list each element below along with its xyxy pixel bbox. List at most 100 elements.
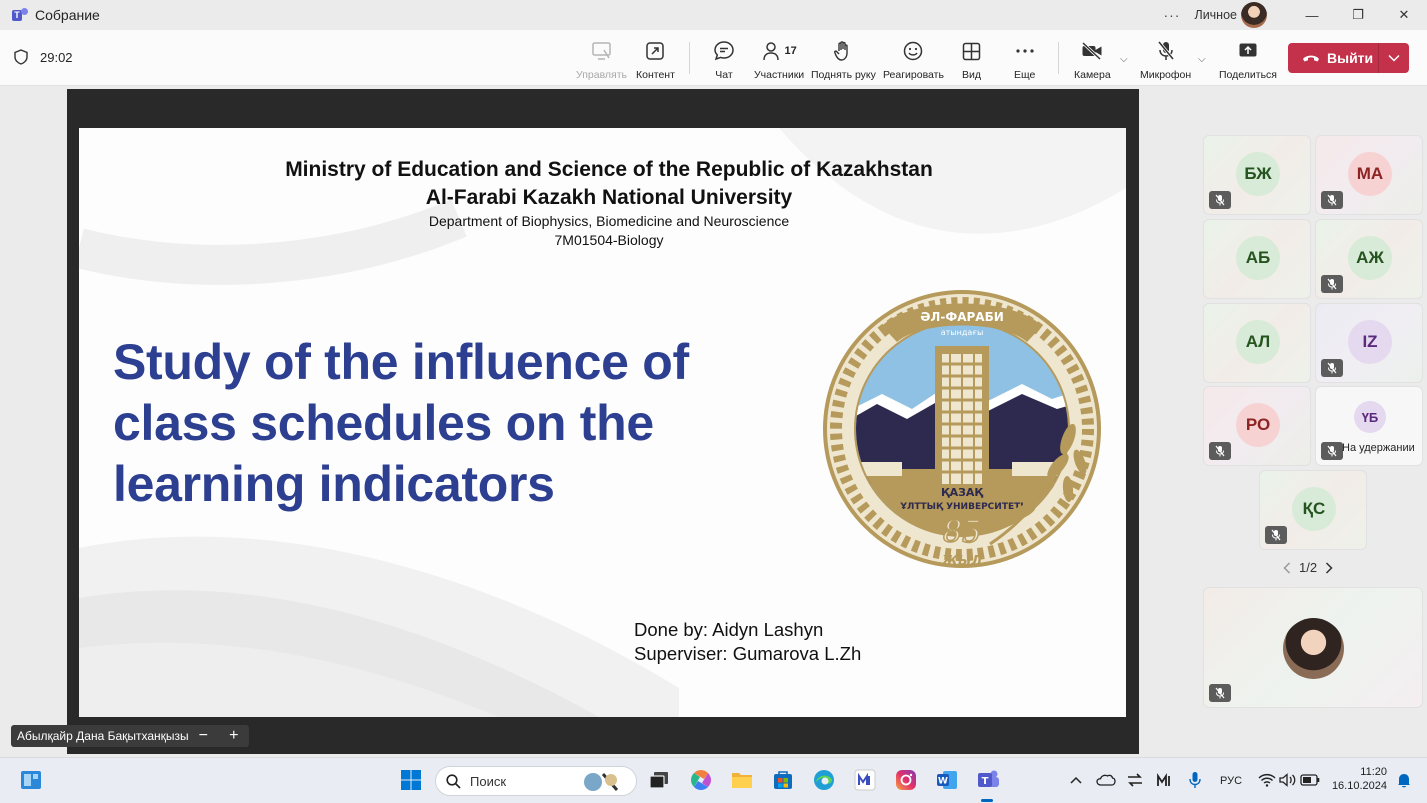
self-video-tile[interactable] [1203, 587, 1423, 708]
title-bar: T Собрание ··· Личное — ❐ ✕ [0, 0, 1427, 30]
language-indicator[interactable]: РУС [1220, 775, 1242, 787]
slide-university: Al-Farabi Kazakh National University [425, 186, 793, 209]
edge-browser-icon[interactable] [812, 768, 836, 792]
pager-text: 1/2 [1299, 560, 1318, 575]
more-icon [1016, 49, 1034, 53]
onedrive-icon[interactable] [1094, 768, 1118, 792]
volume-icon[interactable] [1276, 768, 1300, 792]
more-options-icon[interactable]: ··· [1163, 7, 1180, 23]
participants-button[interactable]: 17 Участники [754, 40, 804, 81]
mic-muted-icon [1321, 275, 1343, 293]
participant-avatar: МА [1348, 152, 1392, 196]
participant-avatar: IZ [1348, 320, 1392, 364]
leave-options-chevron-icon[interactable] [1379, 54, 1409, 62]
mic-options-chevron-icon[interactable]: ⌵ [1198, 54, 1206, 65]
app-icon[interactable] [853, 768, 877, 792]
slide-title: Study of the influence of class schedule… [113, 332, 753, 515]
window-title: Собрание [35, 7, 100, 23]
camera-off-icon [1082, 42, 1102, 60]
chevron-left-icon[interactable] [1283, 561, 1291, 574]
account-avatar[interactable] [1241, 2, 1267, 28]
presenter-name-tag: Абылқайр Дана Бақытханқызы [11, 725, 195, 747]
network-activity-icon[interactable] [1123, 768, 1147, 792]
teams-taskbar-icon[interactable]: T [976, 768, 1000, 792]
emblem-number-text: 85 [943, 515, 981, 550]
mic-muted-icon [1209, 442, 1231, 460]
minimize-button[interactable]: — [1289, 0, 1335, 30]
participant-tile[interactable]: АЖ [1315, 219, 1423, 299]
mic-muted-icon [1209, 684, 1231, 702]
emblem-bottom1-text: ҚАЗАҚ [941, 486, 983, 499]
active-app-indicator [981, 799, 993, 802]
participants-pager: 1/2 [1283, 560, 1333, 575]
notification-bell-icon[interactable] [1392, 768, 1416, 792]
participant-tile[interactable]: БЖ [1203, 135, 1311, 215]
account-label[interactable]: Личное [1194, 8, 1237, 22]
self-avatar [1283, 618, 1344, 679]
svg-text:W: W [938, 777, 948, 787]
manage-button[interactable]: Управлять [576, 40, 627, 81]
react-button[interactable]: Реагировать [883, 40, 944, 81]
participants-count: 17 [784, 45, 797, 57]
participant-tile[interactable]: АБ [1203, 219, 1311, 299]
mic-off-icon [1157, 41, 1174, 60]
participant-avatar: ҚС [1292, 487, 1336, 531]
camera-label: Камера [1074, 69, 1111, 81]
widgets-icon[interactable] [19, 768, 43, 792]
view-button[interactable]: Вид [962, 40, 981, 81]
chat-icon [714, 41, 734, 61]
slide-title-line: learning indicators [113, 456, 555, 512]
raise-hand-label: Поднять руку [811, 69, 876, 81]
word-icon[interactable]: W [935, 768, 959, 792]
participant-tile[interactable]: АЛ [1203, 303, 1311, 383]
presentation-slide: Ministry of Education and Science of the… [79, 128, 1126, 717]
share-button[interactable]: Поделиться [1219, 40, 1277, 81]
raise-hand-button[interactable]: Поднять руку [811, 40, 876, 81]
slide-title-line: class schedules on the [113, 395, 654, 451]
participant-tile[interactable]: ҚС [1259, 470, 1367, 550]
taskbar-search[interactable]: Поиск [435, 766, 637, 796]
battery-icon[interactable] [1298, 768, 1322, 792]
search-highlight-icon [584, 773, 619, 791]
meeting-timer: 29:02 [14, 49, 73, 65]
search-placeholder: Поиск [470, 773, 507, 789]
chat-button[interactable]: Чат [713, 40, 735, 81]
camera-button[interactable]: Камера [1074, 40, 1111, 81]
maximize-button[interactable]: ❐ [1335, 0, 1381, 30]
app-tray-icon[interactable] [1153, 768, 1177, 792]
zoom-out-button[interactable]: − [199, 727, 208, 745]
participant-tile[interactable]: IZ [1315, 303, 1423, 383]
more-button[interactable]: Еще [1014, 40, 1035, 81]
camera-options-chevron-icon[interactable]: ⌵ [1120, 54, 1128, 65]
on-hold-status: На удержании [1342, 442, 1415, 454]
participant-tile[interactable]: МА [1315, 135, 1423, 215]
zoom-in-button[interactable]: + [229, 727, 238, 745]
show-hidden-icons-chevron-icon[interactable] [1064, 768, 1088, 792]
university-emblem: ӘЛ-ФАРАБИ атындағы ҚАЗАҚ ҰЛТТЫҚ УНИВЕРСИ… [823, 290, 1101, 569]
content-button[interactable]: Контент [636, 40, 675, 81]
file-explorer-icon[interactable] [730, 768, 754, 792]
start-windows-icon[interactable] [399, 768, 423, 792]
microsoft-store-icon[interactable] [771, 768, 795, 792]
leave-button[interactable]: Выйти [1288, 43, 1409, 73]
slide-done-by: Done by: Aidyn Lashyn [634, 619, 824, 640]
task-view-icon[interactable] [647, 768, 671, 792]
zoom-controls: − + [188, 725, 249, 747]
mic-button[interactable]: Микрофон [1140, 40, 1191, 81]
participant-avatar: АЛ [1236, 320, 1280, 364]
participant-tile[interactable]: РО [1203, 386, 1311, 466]
slide-ministry: Ministry of Education and Science of the… [285, 158, 933, 181]
copilot-icon[interactable] [689, 768, 713, 792]
participant-tile-on-hold[interactable]: ҮБ На удержании [1315, 386, 1423, 466]
participant-avatar: АБ [1236, 236, 1280, 280]
participant-avatar: АЖ [1348, 236, 1392, 280]
close-button[interactable]: ✕ [1381, 0, 1427, 30]
emblem-bottom2-text: ҰЛТТЫҚ УНИВЕРСИТЕТІ [899, 502, 1023, 512]
manage-label: Управлять [576, 69, 627, 81]
instagram-icon[interactable] [894, 768, 918, 792]
taskbar-clock[interactable]: 11:20 16.10.2024 [1330, 766, 1387, 792]
participants-label: Участники [754, 69, 805, 81]
people-icon [763, 42, 780, 61]
chevron-right-icon[interactable] [1325, 561, 1333, 574]
microphone-tray-icon[interactable] [1183, 768, 1207, 792]
